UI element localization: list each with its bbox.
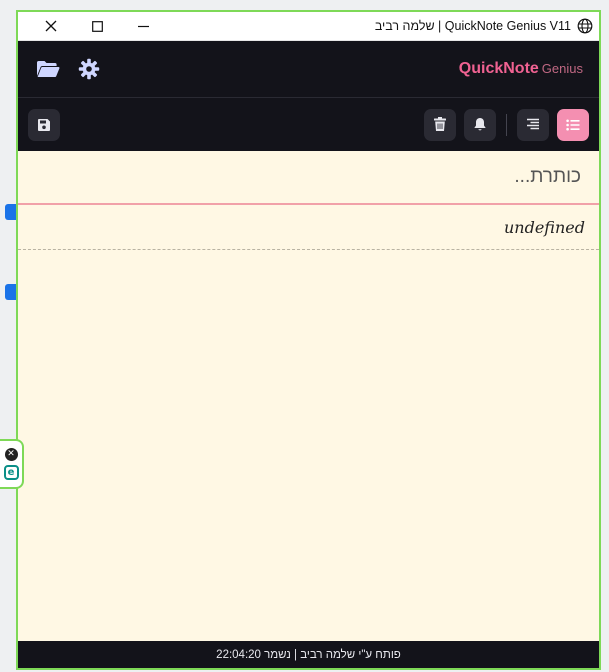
toolbar-left [28, 108, 60, 141]
window-title-group: שלמה רביב | QuickNote Genius V11 [375, 18, 593, 34]
note-body-text: undefined [503, 217, 585, 237]
floating-side-widget: ✕ e [0, 439, 24, 489]
note-title-row [18, 151, 599, 205]
app-brand: QuickNote Genius [459, 60, 583, 78]
trash-icon [434, 117, 446, 131]
settings-button[interactable] [78, 58, 100, 80]
window-titlebar: שלמה רביב | QuickNote Genius V11 [18, 12, 599, 41]
save-icon [38, 118, 50, 131]
window-title: שלמה רביב | QuickNote Genius V11 [374, 19, 571, 33]
app-header: QuickNote Genius [18, 41, 599, 98]
close-button[interactable] [28, 12, 74, 40]
note-toolbar [18, 98, 599, 151]
note-body-row[interactable]: undefined [18, 205, 599, 250]
close-icon [45, 20, 57, 32]
minimize-icon [137, 25, 149, 27]
note-editor-area[interactable] [18, 250, 599, 640]
header-actions [36, 58, 100, 80]
save-button[interactable] [28, 108, 60, 141]
widget-e-icon[interactable]: e [3, 465, 19, 480]
list-view-button[interactable] [557, 108, 589, 141]
globe-icon [577, 18, 593, 34]
brand-name: QuickNote [458, 60, 539, 77]
toolbar-separator [506, 113, 507, 136]
maximize-button[interactable] [74, 12, 120, 40]
status-footer: פותח ע"י שלמה רביב | נשמר 22:04:20 [18, 641, 599, 668]
align-right-icon [527, 118, 539, 130]
widget-close-icon[interactable]: ✕ [4, 448, 18, 461]
gear-icon [78, 58, 100, 80]
toolbar-right [424, 108, 589, 141]
bell-icon [474, 118, 486, 131]
footer-text: פותח ע"י שלמה רביב | נשמר 22:04:20 [216, 648, 401, 661]
open-folder-button[interactable] [36, 59, 60, 79]
brand-suffix: Genius [541, 61, 583, 76]
maximize-icon [91, 20, 103, 32]
reminder-button[interactable] [464, 108, 496, 141]
window-controls [28, 12, 166, 40]
quicknote-window: שלמה רביב | QuickNote Genius V11 QuickNo… [16, 10, 601, 670]
delete-button[interactable] [424, 108, 456, 141]
list-icon [566, 119, 580, 130]
folder-open-icon [37, 61, 60, 77]
note-title-input[interactable] [36, 166, 581, 188]
align-right-button[interactable] [517, 108, 549, 141]
minimize-button[interactable] [120, 12, 166, 40]
